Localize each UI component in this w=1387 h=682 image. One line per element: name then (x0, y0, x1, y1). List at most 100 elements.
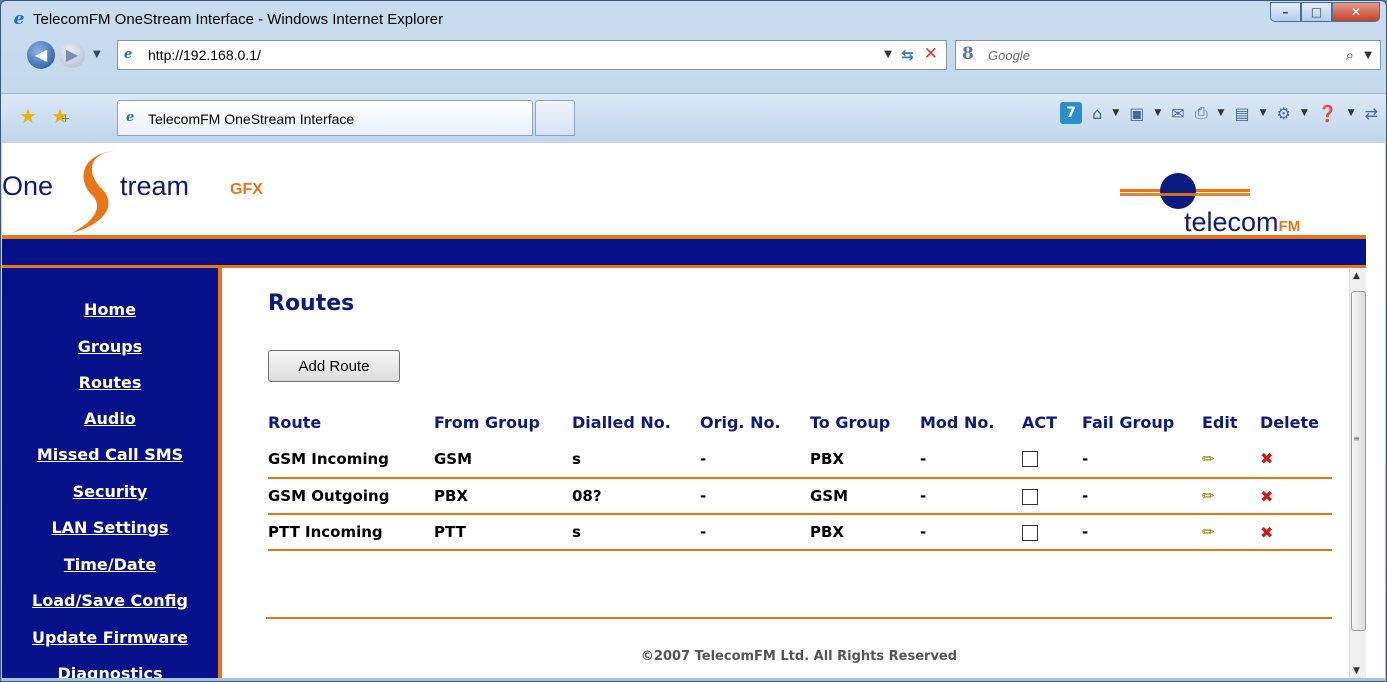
sidebar-item-home[interactable]: Home (2, 300, 218, 319)
vertical-scrollbar[interactable]: ▲ ≡ ▼ (1349, 269, 1366, 678)
home-icon[interactable]: ⌂ (1092, 104, 1102, 123)
telecomfm-logo: telecomFM (1184, 207, 1300, 238)
sidebar-item-routes[interactable]: Routes (2, 373, 218, 392)
scroll-up-icon[interactable]: ▲ (1353, 271, 1360, 281)
refresh-icon[interactable]: ⇆ (901, 46, 914, 64)
maximize-button[interactable]: □ (1301, 2, 1332, 22)
home-dropdown-icon[interactable]: ▼ (1112, 108, 1119, 118)
sidebar-item-groups[interactable]: Groups (2, 337, 218, 356)
footer-copyright: ©2007 TelecomFM Ltd. All Rights Reserved (640, 649, 958, 664)
telecomfm-logo-text: telecom (1184, 207, 1279, 237)
history-dropdown-icon[interactable]: ▼ (93, 49, 101, 60)
window-controls: – □ ✕ (1270, 2, 1380, 22)
address-bar[interactable]: e http://192.168.0.1/ ▼ ⇆ ✕ (117, 40, 947, 70)
tab-label: TelecomFM OneStream Interface (148, 111, 355, 127)
cell-act (1022, 514, 1082, 551)
search-dropdown-icon[interactable]: ▼ (1364, 50, 1372, 61)
sidebar-item-time-date[interactable]: Time/Date (2, 555, 218, 574)
col-route: Route (268, 412, 322, 432)
delete-x-icon[interactable]: ✖ (1260, 449, 1273, 468)
forward-button[interactable]: ▶ (59, 42, 85, 68)
scroll-down-icon[interactable]: ▼ (1353, 666, 1360, 676)
page-menu-icon[interactable]: ▤ (1234, 104, 1249, 123)
help-dropdown-icon[interactable]: ▼ (1348, 108, 1355, 118)
cell-mod-no: - (920, 514, 1022, 551)
address-dropdown-icon[interactable]: ▼ (884, 49, 892, 60)
col-delete: Delete (1260, 412, 1319, 432)
act-checkbox[interactable] (1022, 488, 1038, 505)
mail-icon[interactable]: ✉ (1171, 104, 1184, 123)
act-checkbox[interactable] (1022, 451, 1038, 467)
sidebar-item-missed-call-sms[interactable]: Missed Call SMS (2, 445, 218, 464)
cell-fail-group: - (1082, 478, 1202, 515)
back-button[interactable]: ◀ (27, 41, 55, 69)
favorites-icon[interactable]: ★ (19, 104, 37, 128)
scroll-thumb[interactable] (1351, 291, 1366, 631)
address-url[interactable]: http://192.168.0.1/ (148, 47, 261, 63)
cell-from-group: GSM (434, 440, 572, 479)
tools-dropdown-icon[interactable]: ▼ (1301, 108, 1308, 118)
cell-delete: ✖ (1260, 514, 1332, 551)
cell-to-group: PBX (810, 440, 920, 479)
title-bar: e TelecomFM OneStream Interface - Window… (1, 1, 1386, 35)
logo-one-text: One (2, 171, 54, 201)
page-title: Routes (268, 291, 355, 316)
cell-edit: ✏ (1202, 514, 1260, 551)
cell-delete: ✖ (1260, 440, 1332, 479)
add-favorite-icon[interactable]: ★ + (51, 104, 70, 128)
command-bar: 7 ⌂ ▼ ▣ ▼ ✉ ⎙ ▼ ▤ ▼ ⚙ ▼ ❓ ▼ ⇄ (1060, 102, 1378, 124)
sidebar-item-security[interactable]: Security (2, 482, 218, 501)
sidebar-item-update-firmware[interactable]: Update Firmware (2, 628, 218, 647)
sidebar-item-lan-settings[interactable]: LAN Settings (2, 518, 218, 537)
minimize-button[interactable]: – (1270, 2, 1301, 22)
cell-fail-group: - (1082, 514, 1202, 551)
feeds-dropdown-icon[interactable]: ▼ (1154, 108, 1161, 118)
ie-logo-icon: e (13, 9, 25, 29)
close-button[interactable]: ✕ (1332, 2, 1380, 22)
add-route-button[interactable]: Add Route (268, 350, 400, 382)
cell-dialled-no: s (572, 514, 700, 551)
table-row: GSM Outgoing PBX 08? - GSM - - ✏ ✖ (268, 478, 1332, 515)
cell-edit: ✏ (1202, 478, 1260, 515)
page-icon: e (124, 47, 133, 62)
stop-icon[interactable]: ✕ (924, 44, 938, 64)
col-mod-no: Mod No. (920, 412, 995, 432)
edit-pencil-icon[interactable]: ✏ (1202, 523, 1215, 541)
print-dropdown-icon[interactable]: ▼ (1218, 108, 1225, 118)
col-fail-group: Fail Group (1082, 412, 1175, 432)
delete-x-icon[interactable]: ✖ (1260, 523, 1273, 542)
cell-delete: ✖ (1260, 478, 1332, 515)
cell-orig-no: - (700, 478, 810, 515)
sidebar-item-load-save-config[interactable]: Load/Save Config (2, 591, 218, 610)
cell-act (1022, 440, 1082, 479)
delete-x-icon[interactable]: ✖ (1260, 487, 1273, 506)
col-from-group: From Group (434, 412, 540, 432)
feeds-icon[interactable]: ▣ (1129, 104, 1144, 123)
search-icon[interactable]: ⌕ (1346, 46, 1354, 64)
act-checkbox[interactable] (1022, 524, 1038, 541)
logo-tream-text: tream (120, 171, 190, 201)
header-blue-band (2, 239, 1366, 267)
cell-route: GSM Incoming (268, 440, 434, 479)
google-icon: 8 (962, 44, 974, 64)
help-icon[interactable]: ❓ (1318, 104, 1338, 123)
edit-pencil-icon[interactable]: ✏ (1202, 450, 1215, 468)
tools-icon[interactable]: ⚙ (1276, 104, 1290, 123)
sidebar-item-audio[interactable]: Audio (2, 409, 218, 428)
toolbar-badge-icon[interactable]: 7 (1060, 102, 1083, 124)
edit-pencil-icon[interactable]: ✏ (1202, 487, 1215, 505)
telecomfm-logo-ball-icon (1160, 173, 1196, 209)
research-icon[interactable]: ⇄ (1365, 104, 1378, 123)
site-header: One tream GFX telecomFM (2, 143, 1366, 239)
search-box[interactable]: 8 Google ⌕ ▼ (955, 40, 1381, 70)
cell-to-group: GSM (810, 478, 920, 515)
new-tab-button[interactable] (535, 100, 575, 136)
scroll-grip-icon: ≡ (1353, 434, 1360, 443)
sidebar-item-diagnostics[interactable]: Diagnostics (2, 664, 218, 678)
cell-fail-group: - (1082, 440, 1202, 479)
tab-active[interactable]: e TelecomFM OneStream Interface (117, 100, 533, 136)
page-dropdown-icon[interactable]: ▼ (1260, 108, 1267, 118)
search-placeholder[interactable]: Google (988, 48, 1030, 63)
col-act: ACT (1022, 412, 1058, 432)
print-icon[interactable]: ⎙ (1195, 103, 1208, 123)
